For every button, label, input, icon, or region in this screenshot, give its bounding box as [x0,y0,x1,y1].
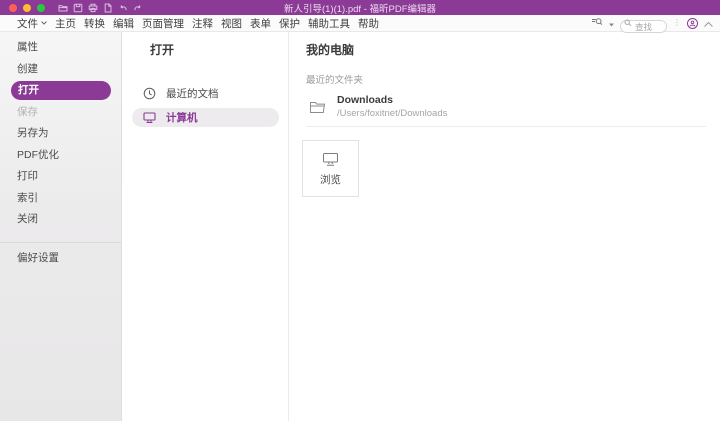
overflow-dots-icon[interactable]: ⋮ [673,19,681,27]
undo-icon[interactable] [118,3,128,13]
chevron-down-icon [41,21,47,25]
save-icon[interactable] [73,3,83,13]
collapse-toolbar-icon[interactable] [704,14,713,32]
sidebar-item-open[interactable]: 打开 [11,81,111,100]
tab-form[interactable]: 表单 [250,16,271,31]
open-locations-list: 最近的文档 计算机 [122,84,288,127]
open-item-computer[interactable]: 计算机 [132,108,279,127]
tab-edit[interactable]: 编辑 [113,16,134,31]
open-panel: 打开 最近的文档 计算机 [122,32,289,421]
sidebar-item-save: 保存 [0,103,111,122]
dropdown-caret-icon[interactable] [609,14,614,32]
tab-assist-tools[interactable]: 辅助工具 [308,16,350,31]
browse-label: 浏览 [320,172,341,187]
quick-access-toolbar [58,3,143,13]
tab-file[interactable]: 文件 [17,16,47,31]
open-item-recent-documents[interactable]: 最近的文档 [132,84,279,103]
computer-icon [143,112,156,124]
open-panel-title: 打开 [122,41,288,58]
tab-convert[interactable]: 转换 [84,16,105,31]
account-avatar-icon[interactable] [687,18,698,29]
folder-open-icon[interactable] [58,3,68,13]
zoom-button[interactable] [37,4,45,12]
open-item-label: 计算机 [166,110,198,125]
find-searchbox [620,17,667,30]
sidebar-item-create[interactable]: 创建 [0,60,111,79]
search-in-document-icon[interactable] [591,14,603,32]
print-icon[interactable] [88,3,98,13]
sidebar-item-print[interactable]: 打印 [0,167,111,186]
sidebar-item-pdf-optimize[interactable]: PDF优化 [0,146,111,165]
backstage-sidebar: 属性 创建 打开 保存 另存为 PDF优化 打印 索引 关闭 偏好设置 [0,32,122,421]
magnifier-icon [624,19,632,27]
tab-comment[interactable]: 注释 [192,16,213,31]
open-item-label: 最近的文档 [166,86,219,101]
titlebar: 新人引导(1)(1).pdf - 福昕PDF编辑器 [0,0,720,15]
computer-panel-title: 我的电脑 [306,41,706,58]
sidebar-item-index[interactable]: 索引 [0,189,111,208]
tab-view[interactable]: 视图 [221,16,242,31]
minimize-button[interactable] [23,4,31,12]
tab-page-management[interactable]: 页面管理 [142,16,184,31]
monitor-icon [322,152,339,167]
sidebar-item-preferences[interactable]: 偏好设置 [0,249,111,268]
sidebar-item-save-as[interactable]: 另存为 [0,124,111,143]
folder-icon [309,99,326,115]
tab-protect[interactable]: 保护 [279,16,300,31]
redo-icon[interactable] [133,3,143,13]
folder-path: /Users/foxitnet/Downloads [337,108,447,119]
new-document-icon[interactable] [103,3,113,13]
sidebar-item-properties[interactable]: 属性 [0,38,111,57]
traffic-lights [0,4,45,12]
recent-folders-label: 最近的文件夹 [306,72,706,86]
computer-panel: 我的电脑 最近的文件夹 Downloads /Users/foxitnet/Do… [289,32,720,421]
menubar: 文件 主页 转换 编辑 页面管理 注释 视图 表单 保护 辅助工具 帮助 ⋮ [0,15,720,32]
folder-name: Downloads [337,94,447,106]
tab-file-label: 文件 [17,16,38,31]
recent-folder-downloads[interactable]: Downloads /Users/foxitnet/Downloads [306,92,706,127]
tab-help[interactable]: 帮助 [358,16,379,31]
folder-texts: Downloads /Users/foxitnet/Downloads [337,94,447,119]
ribbon-tabs: 文件 主页 转换 编辑 页面管理 注释 视图 表单 保护 辅助工具 帮助 [17,16,379,31]
tab-home[interactable]: 主页 [55,16,76,31]
browse-button[interactable]: 浏览 [302,140,359,197]
clock-icon [143,87,156,100]
foxit-pdf-editor-window: 新人引导(1)(1).pdf - 福昕PDF编辑器 文件 主页 转换 编辑 页面… [0,0,720,421]
sidebar-item-close[interactable]: 关闭 [0,210,111,229]
file-backstage: 属性 创建 打开 保存 另存为 PDF优化 打印 索引 关闭 偏好设置 打开 最… [0,32,720,421]
close-button[interactable] [9,4,17,12]
sidebar-divider [0,242,121,243]
menubar-right-controls: ⋮ [591,14,713,32]
